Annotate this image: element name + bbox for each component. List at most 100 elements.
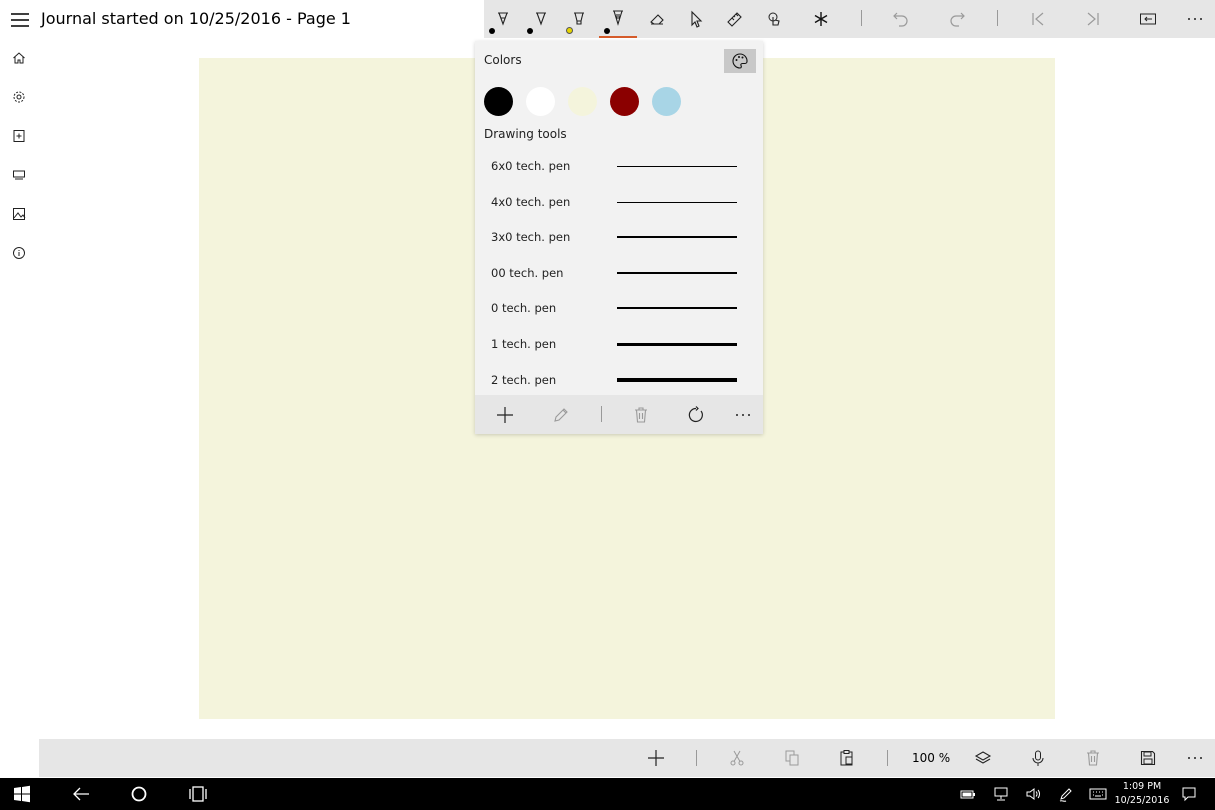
bottom-command-bar: 100 % [39, 739, 1215, 777]
pen-stroke-preview [617, 307, 737, 309]
volume-icon[interactable] [1023, 784, 1043, 804]
eraser-icon [650, 14, 664, 25]
network-icon[interactable] [991, 784, 1011, 804]
undo-button[interactable] [882, 0, 920, 38]
touch-icon [768, 12, 780, 26]
ballpoint-pen-button[interactable] [484, 0, 522, 38]
windows-taskbar: 1:09 PM 10/25/2016 [0, 778, 1215, 810]
battery-icon[interactable] [958, 784, 978, 804]
cut-button[interactable] [721, 742, 753, 774]
pencil-icon [536, 12, 546, 26]
pen-name: 3x0 tech. pen [491, 230, 571, 244]
technical-pen-button[interactable] [599, 0, 637, 38]
more-icon [736, 414, 750, 416]
flyout-command-bar [475, 395, 763, 434]
pen-item[interactable]: 00 tech. pen [475, 262, 763, 286]
page-title: Journal started on 10/25/2016 - Page 1 [41, 9, 351, 28]
ruler-button[interactable] [716, 0, 754, 38]
settings-gear-icon[interactable] [9, 87, 29, 107]
pen-item[interactable]: 0 tech. pen [475, 297, 763, 321]
save-icon [1140, 750, 1156, 766]
cortana-circle-icon[interactable] [127, 782, 151, 806]
palette-icon [732, 53, 748, 69]
delete-pen-button[interactable] [625, 399, 657, 431]
task-view-icon[interactable] [186, 782, 210, 806]
palette-button[interactable] [724, 49, 756, 73]
action-center-icon[interactable] [1179, 784, 1199, 804]
pen-stroke-preview [617, 165, 737, 167]
pencil-color-dot [527, 28, 533, 34]
top-toolbar [484, 0, 1215, 38]
microphone-button[interactable] [1022, 742, 1054, 774]
save-button[interactable] [1132, 742, 1164, 774]
keyboard-icon[interactable] [1088, 784, 1108, 804]
previous-page-button[interactable] [1019, 0, 1057, 38]
pen-stroke-preview [617, 236, 737, 238]
home-icon[interactable] [9, 48, 29, 68]
back-arrow-icon[interactable] [69, 782, 93, 806]
drawing-tools-label: Drawing tools [484, 127, 567, 141]
pencil-button[interactable] [522, 0, 560, 38]
clock-date[interactable]: 10/25/2016 [1112, 795, 1172, 806]
pen-workspace-icon[interactable] [1056, 784, 1076, 804]
color-swatch-black[interactable] [484, 87, 513, 116]
ruler-icon [727, 12, 742, 27]
pen-name: 1 tech. pen [491, 337, 557, 351]
layers-button[interactable] [967, 742, 999, 774]
redo-button[interactable] [938, 0, 976, 38]
bar-divider [696, 750, 697, 766]
pen-item[interactable]: 6x0 tech. pen [475, 155, 763, 179]
copy-button[interactable] [776, 742, 808, 774]
edit-pen-button[interactable] [545, 399, 577, 431]
info-icon[interactable] [9, 243, 29, 263]
pen-item[interactable]: 2 tech. pen [475, 369, 763, 393]
color-swatch-cream[interactable] [568, 87, 597, 116]
highlighter-button[interactable] [560, 0, 598, 38]
trash-icon [635, 407, 647, 423]
color-swatch-dark-red[interactable] [610, 87, 639, 116]
more-options-button[interactable] [1176, 0, 1214, 38]
copy-icon [785, 750, 799, 766]
pencil-edit-icon [554, 408, 568, 422]
highlighter-color-dot [566, 27, 573, 34]
touch-writing-button[interactable] [755, 0, 793, 38]
plus-icon [497, 407, 513, 423]
pen-stroke-preview [617, 201, 737, 203]
technical-pen-color-dot [604, 28, 610, 34]
hamburger-menu-icon[interactable] [8, 8, 32, 32]
favorites-button[interactable] [802, 0, 840, 38]
reset-pens-button[interactable] [680, 399, 712, 431]
page-view-icon [1140, 13, 1156, 25]
paste-icon [840, 750, 853, 766]
pages-icon[interactable] [9, 165, 29, 185]
zoom-level[interactable]: 100 % [912, 751, 950, 765]
paste-button[interactable] [831, 742, 863, 774]
technical-pen-icon [613, 10, 623, 26]
select-button[interactable] [677, 0, 715, 38]
bottom-more-button[interactable] [1179, 742, 1211, 774]
plus-icon [648, 750, 664, 766]
pen-item[interactable]: 4x0 tech. pen [475, 191, 763, 215]
pen-item[interactable]: 3x0 tech. pen [475, 226, 763, 250]
clock-time[interactable]: 1:09 PM [1117, 781, 1167, 792]
pen-name: 4x0 tech. pen [491, 195, 571, 209]
layers-icon [974, 751, 992, 764]
flyout-more-button[interactable] [727, 399, 759, 431]
highlighter-icon [574, 12, 584, 25]
next-page-button[interactable] [1074, 0, 1112, 38]
refresh-icon [688, 406, 703, 423]
windows-start-icon[interactable] [10, 782, 34, 806]
gallery-icon[interactable] [9, 204, 29, 224]
delete-button[interactable] [1077, 742, 1109, 774]
pen-stroke-preview [617, 272, 737, 274]
color-swatch-light-blue[interactable] [652, 87, 681, 116]
add-pen-button[interactable] [489, 399, 521, 431]
pen-item[interactable]: 1 tech. pen [475, 333, 763, 357]
fullscreen-button[interactable] [1129, 0, 1167, 38]
eraser-button[interactable] [638, 0, 676, 38]
colors-label: Colors [484, 53, 522, 67]
ballpoint-pen-icon [498, 12, 508, 26]
add-button[interactable] [640, 742, 672, 774]
add-page-icon[interactable] [9, 126, 29, 146]
color-swatch-white[interactable] [526, 87, 555, 116]
